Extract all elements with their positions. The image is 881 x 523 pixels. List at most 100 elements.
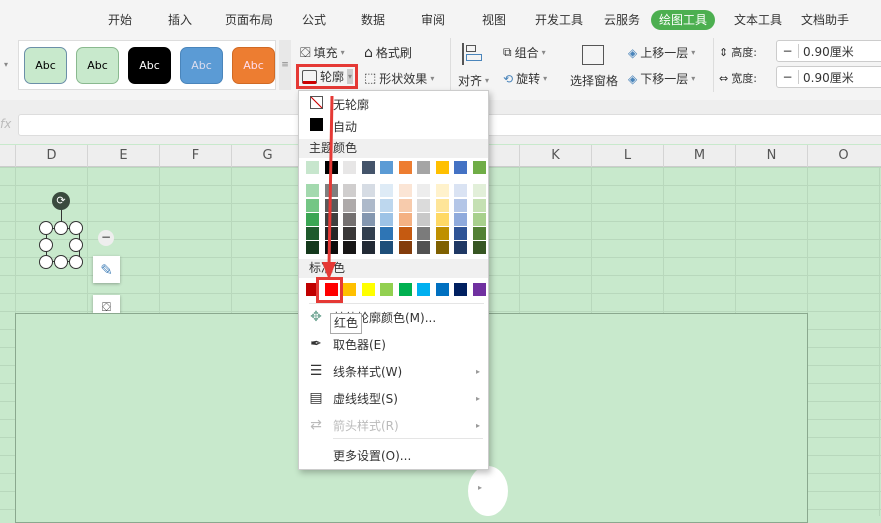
theme-shade-swatch[interactable] (306, 199, 319, 212)
theme-shade-swatch[interactable] (343, 227, 356, 240)
theme-shade-swatch[interactable] (343, 184, 356, 197)
outline-dropdown-caret[interactable]: ▾ (347, 69, 354, 84)
theme-shade-swatch[interactable] (380, 227, 393, 240)
theme-color-swatch[interactable] (398, 161, 412, 174)
tab-6[interactable]: 视图 (474, 10, 514, 30)
theme-color-swatch[interactable] (435, 161, 449, 174)
tab-9[interactable]: 绘图工具 (651, 10, 716, 30)
theme-shade-swatch[interactable] (361, 241, 375, 254)
theme-shade-swatch[interactable] (306, 184, 319, 197)
tab-1[interactable]: 插入 (160, 10, 200, 30)
theme-shade-swatch[interactable] (324, 184, 338, 197)
menu-item-more-colors[interactable]: ✥ 其他轮廓颜色(M)... (299, 305, 488, 329)
send-backward-button[interactable]: ◈ 下移一层 ▾ (628, 70, 695, 87)
theme-shade-swatch[interactable] (472, 227, 486, 240)
theme-shade-swatch[interactable] (324, 213, 338, 226)
theme-color-swatch[interactable] (306, 161, 319, 174)
theme-shade-swatch[interactable] (472, 184, 486, 197)
tab-10[interactable]: 文本工具 (726, 10, 790, 30)
standard-color-swatch[interactable] (417, 283, 430, 296)
theme-shade-swatch[interactable] (472, 199, 486, 212)
resize-handle[interactable] (54, 255, 68, 269)
rotate-button[interactable]: ⟲ 旋转 ▾ (503, 70, 547, 87)
menu-item-line-style[interactable]: ☰ 线条样式(W) ▸ (299, 359, 488, 383)
theme-shade-swatch[interactable] (343, 199, 356, 212)
column-header-K[interactable]: K (519, 145, 591, 167)
align-button[interactable]: 对齐 ▾ (458, 72, 489, 89)
theme-shade-swatch[interactable] (398, 184, 412, 197)
theme-shade-swatch[interactable] (398, 199, 412, 212)
tab-11[interactable]: 文档助手 (793, 10, 857, 30)
shape-style-0[interactable]: Abc (24, 47, 67, 84)
standard-color-swatch[interactable] (454, 283, 467, 296)
menu-item-eyedropper[interactable]: ✒ 取色器(E) (299, 332, 488, 356)
tab-4[interactable]: 数据 (353, 10, 393, 30)
theme-shade-swatch[interactable] (454, 241, 467, 254)
theme-shade-swatch[interactable] (417, 199, 430, 212)
gallery-left-caret[interactable]: ▾ (4, 60, 8, 69)
standard-color-swatch[interactable] (472, 283, 486, 296)
standard-color-swatch[interactable] (398, 283, 412, 296)
theme-shade-swatch[interactable] (454, 213, 467, 226)
collapse-icon[interactable]: − (98, 230, 114, 246)
standard-color-swatch[interactable] (343, 283, 356, 296)
resize-handle[interactable] (69, 255, 83, 269)
theme-color-swatch[interactable] (361, 161, 375, 174)
theme-shade-swatch[interactable] (435, 184, 449, 197)
theme-shade-swatch[interactable] (324, 227, 338, 240)
tab-7[interactable]: 开发工具 (527, 10, 591, 30)
theme-shade-swatch[interactable] (361, 227, 375, 240)
format-painter-button[interactable]: ⌂ 格式刷 (364, 44, 412, 61)
theme-shade-swatch[interactable] (417, 184, 430, 197)
rotate-handle-icon[interactable]: ⟳ (52, 192, 70, 210)
theme-shade-swatch[interactable] (454, 199, 467, 212)
tab-3[interactable]: 公式 (294, 10, 334, 30)
theme-shade-swatch[interactable] (435, 199, 449, 212)
theme-shade-swatch[interactable] (472, 213, 486, 226)
selection-pane-button[interactable]: 选择窗格 (570, 72, 618, 89)
theme-color-swatch[interactable] (454, 161, 467, 174)
tab-8[interactable]: 云服务 (596, 10, 648, 30)
column-header-L[interactable]: L (591, 145, 663, 167)
theme-shade-swatch[interactable] (435, 213, 449, 226)
resize-handle[interactable] (39, 221, 53, 235)
column-header-F[interactable]: F (159, 145, 231, 167)
resize-handle[interactable] (39, 255, 53, 269)
theme-shade-swatch[interactable] (361, 199, 375, 212)
shape-style-4[interactable]: Abc (232, 47, 275, 84)
theme-color-swatch[interactable] (343, 161, 356, 174)
tab-5[interactable]: 审阅 (413, 10, 453, 30)
group-button[interactable]: ⧉ 组合 ▾ (503, 44, 546, 61)
theme-shade-swatch[interactable] (380, 199, 393, 212)
column-header-M[interactable]: M (663, 145, 735, 167)
theme-shade-swatch[interactable] (343, 241, 356, 254)
menu-item-dash-style[interactable]: ▤ 虚线线型(S) ▸ (299, 386, 488, 410)
quick-style-button[interactable]: ✎ (93, 256, 120, 283)
theme-shade-swatch[interactable] (306, 241, 319, 254)
menu-item-auto[interactable]: 自动 (299, 114, 488, 138)
tab-0[interactable]: 开始 (100, 10, 140, 30)
fill-button[interactable]: ⛋ 填充 ▾ (300, 44, 345, 61)
standard-color-swatch[interactable] (435, 283, 449, 296)
theme-shade-swatch[interactable] (417, 241, 430, 254)
column-header-E[interactable]: E (87, 145, 159, 167)
tab-2[interactable]: 页面布局 (217, 10, 281, 30)
shape-effects-button[interactable]: ⬚ 形状效果 ▾ (364, 70, 434, 87)
theme-shade-swatch[interactable] (398, 227, 412, 240)
theme-shade-swatch[interactable] (398, 241, 412, 254)
theme-shade-swatch[interactable] (398, 213, 412, 226)
theme-color-swatch[interactable] (380, 161, 393, 174)
theme-shade-swatch[interactable] (380, 213, 393, 226)
theme-shade-swatch[interactable] (380, 184, 393, 197)
menu-item-no-outline[interactable]: 无轮廓 (299, 92, 488, 116)
width-field[interactable]: −0.90厘米 (776, 66, 881, 88)
resize-handle[interactable] (54, 221, 68, 235)
theme-shade-swatch[interactable] (361, 213, 375, 226)
width-decrement-button[interactable]: − (777, 70, 799, 84)
menu-item-more-settings[interactable]: 更多设置(O)... (299, 443, 488, 467)
theme-shade-swatch[interactable] (361, 184, 375, 197)
theme-color-swatch[interactable] (324, 161, 338, 174)
column-header-D[interactable]: D (15, 145, 87, 167)
standard-color-swatch[interactable] (380, 283, 393, 296)
theme-shade-swatch[interactable] (417, 213, 430, 226)
